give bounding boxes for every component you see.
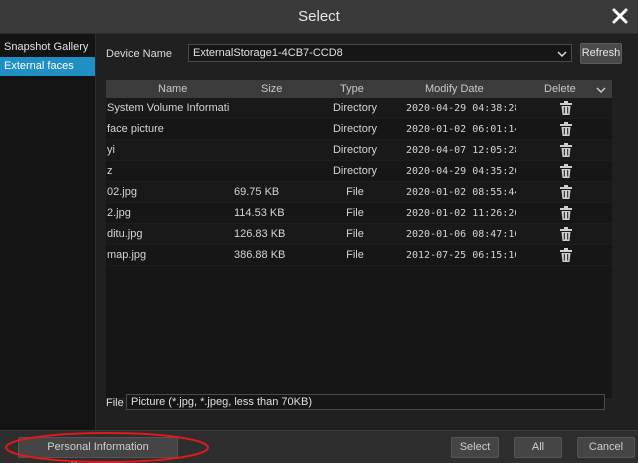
cell-name: System Volume Informati...	[107, 102, 230, 114]
trash-icon[interactable]	[560, 185, 572, 199]
cell-type: Directory	[332, 123, 377, 135]
header-type[interactable]: Type	[340, 83, 364, 95]
cell-size: 126.83 KB	[234, 228, 286, 240]
file-filter-row: File Picture (*.jpg, *.jpeg, less than 7…	[106, 394, 616, 412]
trash-icon[interactable]	[560, 101, 572, 115]
table-row[interactable]: z Directory 2020-04-29 04:35:26	[106, 161, 612, 182]
device-row: Device Name ExternalStorage1-4CB7-CCD8 R…	[106, 43, 626, 64]
sidebar: Snapshot Gallery External faces	[0, 34, 96, 430]
cell-size: 386.88 KB	[234, 249, 286, 261]
title-bar: Select	[0, 0, 638, 34]
file-table: Name Size Type Modify Date Delete System…	[106, 80, 612, 398]
cancel-button[interactable]: Cancel	[577, 437, 635, 458]
main-panel: Device Name ExternalStorage1-4CB7-CCD8 R…	[96, 34, 638, 430]
all-button[interactable]: All	[514, 437, 562, 458]
file-label: File	[106, 397, 124, 409]
header-name[interactable]: Name	[158, 83, 187, 95]
cell-modify-date: 2020-01-02 08:55:44	[406, 187, 516, 198]
sidebar-item-external-faces[interactable]: External faces	[0, 57, 95, 76]
header-modify-date[interactable]: Modify Date	[425, 83, 484, 95]
cell-modify-date: 2012-07-25 06:15:10	[406, 250, 516, 261]
trash-icon[interactable]	[560, 143, 572, 157]
cell-name: map.jpg	[107, 249, 147, 261]
cell-modify-date: 2020-04-29 04:35:26	[406, 166, 516, 177]
device-name-select[interactable]: ExternalStorage1-4CB7-CCD8	[188, 44, 572, 62]
cell-name: yi	[107, 144, 115, 156]
cell-type: Directory	[332, 102, 377, 114]
cell-type: Directory	[332, 165, 377, 177]
footer-bar: Personal Information Description Select …	[0, 430, 638, 463]
header-size[interactable]: Size	[261, 83, 282, 95]
cell-modify-date: 2020-01-02 11:26:20	[406, 208, 516, 219]
trash-icon[interactable]	[560, 206, 572, 220]
cell-type: File	[346, 207, 364, 219]
trash-icon[interactable]	[560, 164, 572, 178]
cell-modify-date: 2020-01-06 08:47:16	[406, 229, 516, 240]
cell-size: 69.75 KB	[234, 186, 280, 198]
cell-name: face picture	[107, 123, 164, 135]
table-row[interactable]: 02.jpg 69.75 KB File 2020-01-02 08:55:44	[106, 182, 612, 203]
cell-name: 2.jpg	[107, 207, 131, 219]
cell-name: ditu.jpg	[107, 228, 143, 240]
chevron-down-icon	[557, 49, 567, 57]
chevron-down-icon[interactable]	[596, 85, 606, 93]
cell-modify-date: 2020-04-29 04:38:28	[406, 103, 516, 114]
file-filter-field: Picture (*.jpg, *.jpeg, less than 70KB)	[126, 394, 605, 410]
cell-name: 02.jpg	[107, 186, 137, 198]
trash-icon[interactable]	[560, 122, 572, 136]
cell-modify-date: 2020-04-07 12:05:28	[406, 145, 516, 156]
table-row[interactable]: yi Directory 2020-04-07 12:05:28	[106, 140, 612, 161]
table-header: Name Size Type Modify Date Delete	[106, 80, 612, 98]
cell-name: z	[107, 165, 113, 177]
table-body: System Volume Informati... Directory 202…	[106, 98, 612, 398]
cell-size: 114.53 KB	[234, 207, 285, 219]
device-name-label: Device Name	[106, 48, 173, 60]
table-row[interactable]: System Volume Informati... Directory 202…	[106, 98, 612, 119]
sidebar-item-snapshot-gallery[interactable]: Snapshot Gallery	[0, 38, 95, 57]
dialog-title: Select	[298, 8, 340, 25]
close-icon[interactable]	[610, 6, 630, 26]
cell-type: File	[346, 186, 364, 198]
table-row[interactable]: ditu.jpg 126.83 KB File 2020-01-06 08:47…	[106, 224, 612, 245]
trash-icon[interactable]	[560, 227, 572, 241]
trash-icon[interactable]	[560, 248, 572, 262]
device-name-value: ExternalStorage1-4CB7-CCD8	[193, 47, 343, 59]
table-row[interactable]: 2.jpg 114.53 KB File 2020-01-02 11:26:20	[106, 203, 612, 224]
header-delete[interactable]: Delete	[544, 83, 576, 95]
cell-type: File	[346, 228, 364, 240]
refresh-button[interactable]: Refresh	[580, 43, 622, 64]
select-button[interactable]: Select	[451, 437, 499, 458]
table-row[interactable]: face picture Directory 2020-01-02 06:01:…	[106, 119, 612, 140]
cell-type: File	[346, 249, 364, 261]
cell-type: Directory	[332, 144, 377, 156]
personal-information-description-button[interactable]: Personal Information Description	[18, 437, 178, 463]
table-row[interactable]: map.jpg 386.88 KB File 2012-07-25 06:15:…	[106, 245, 612, 266]
cell-modify-date: 2020-01-02 06:01:14	[406, 124, 516, 135]
